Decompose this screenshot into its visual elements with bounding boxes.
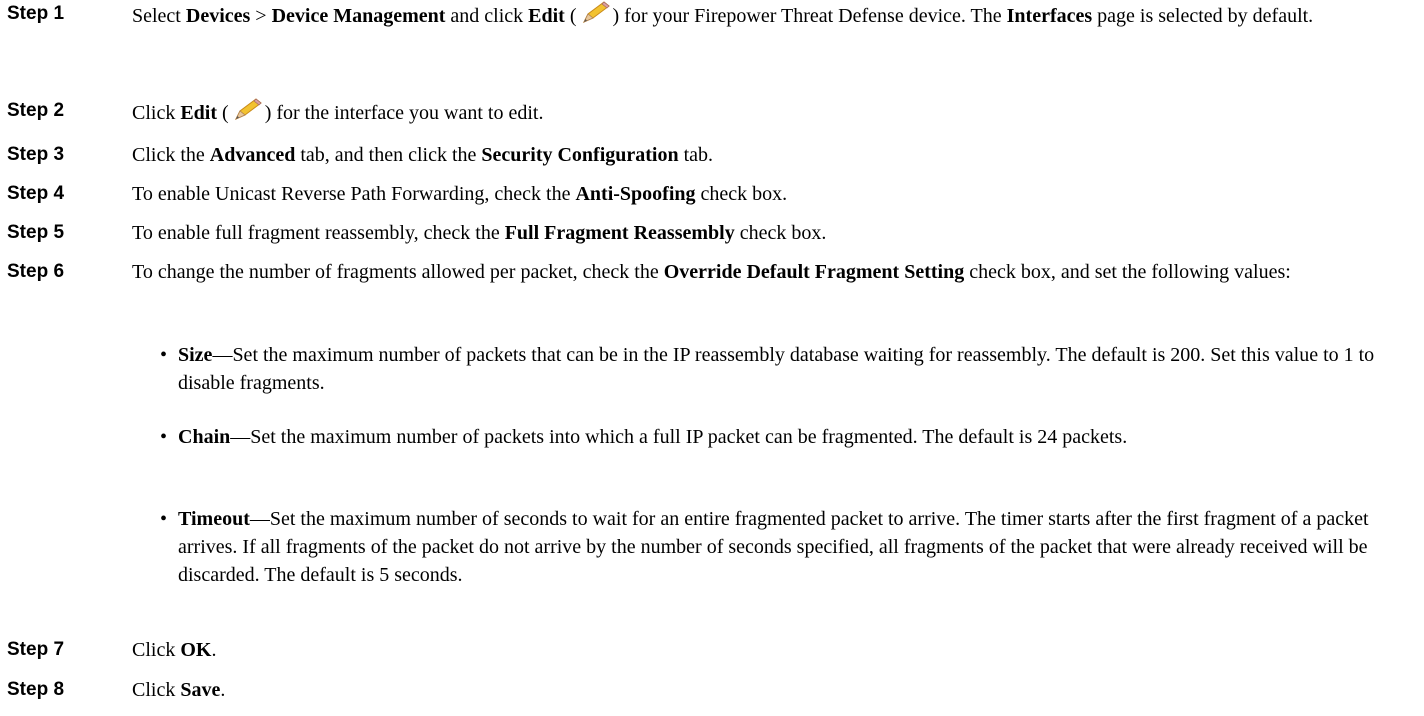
step-text: To change the number of fragments allowe… (132, 261, 1291, 283)
device-management-name: Device Management (271, 5, 446, 27)
step-label: Step 3 (7, 144, 65, 165)
chain-description: Set the maximum number of packets into w… (250, 426, 1128, 448)
chain-term: Chain (178, 426, 231, 448)
step-label: Step 8 (7, 679, 65, 700)
override-default-fragment-setting-option-name: Override Default Fragment Setting (663, 261, 965, 283)
bullet-chain: • Chain—Set the maximum number of packets… (160, 423, 1418, 451)
bullet-dot: • (160, 508, 168, 530)
step-label: Step 2 (7, 100, 65, 121)
step-label: Step 7 (7, 639, 65, 660)
advanced-tab-name: Advanced (209, 144, 296, 166)
bullet-dot: • (160, 344, 168, 366)
bullet-dot: • (160, 426, 168, 448)
edit-pencil-icon (582, 1, 610, 24)
step-text: Select Devices > Device Management and c… (132, 0, 1417, 30)
size-term: Size (178, 344, 213, 366)
ok-term: OK (180, 639, 212, 661)
timeout-description: Set the maximum number of seconds to wai… (178, 508, 1369, 586)
step-text: Click the Advanced tab, and then click t… (132, 144, 714, 166)
anti-spoofing-option-name: Anti-Spoofing (575, 183, 696, 205)
save-term: Save (180, 679, 221, 701)
step-label: Step 5 (7, 222, 65, 243)
interfaces-page-name: Interfaces (1006, 5, 1093, 27)
bullet-size: • Size—Set the maximum number of packets … (160, 341, 1418, 397)
step-text: Click Edit ( ) for the interface you wan… (132, 97, 1417, 127)
bullet-timeout: • Timeout—Set the maximum number of secon… (160, 505, 1418, 589)
edit-term: Edit (180, 102, 218, 124)
size-description: Set the maximum number of packets that c… (178, 344, 1375, 394)
step-label: Step 6 (7, 261, 65, 282)
edit-pencil-icon (234, 98, 262, 121)
step-text: To enable Unicast Reverse Path Forwardin… (132, 183, 788, 205)
timeout-term: Timeout (178, 508, 250, 530)
full-fragment-reassembly-option-name: Full Fragment Reassembly (504, 222, 735, 244)
security-configuration-tab-name: Security Configuration (481, 144, 679, 166)
devices-menu-name: Devices (185, 5, 251, 27)
edit-term: Edit (528, 5, 565, 27)
step-label: Step 4 (7, 183, 65, 204)
step-text: Click OK. (132, 639, 217, 661)
step-label: Step 1 (7, 3, 65, 24)
step-text: Click Save. (132, 679, 226, 701)
step-text: To enable full fragment reassembly, chec… (132, 222, 827, 244)
